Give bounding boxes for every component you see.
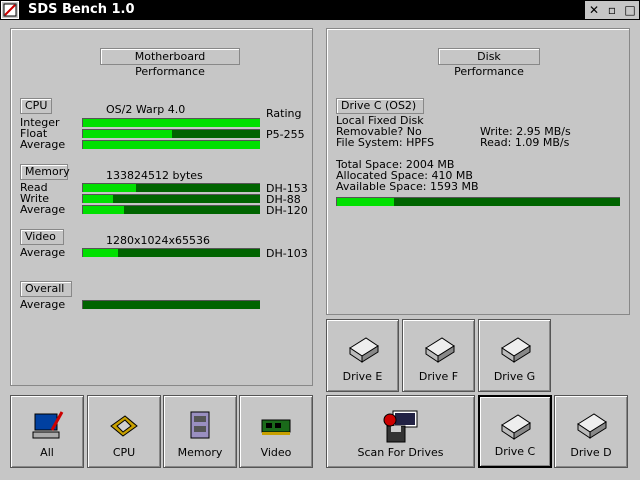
drive-icon bbox=[574, 410, 608, 443]
drive-e-label: Drive E bbox=[342, 370, 383, 383]
metric-label: Average bbox=[20, 203, 66, 216]
drive-e-button[interactable]: Drive E bbox=[326, 319, 399, 392]
drive-label: Drive C (OS2) bbox=[336, 98, 424, 114]
drive-icon bbox=[498, 334, 532, 367]
drive-d-label: Drive D bbox=[570, 446, 612, 459]
memory-label: Memory bbox=[177, 446, 223, 459]
drive-usage-fill bbox=[337, 198, 394, 206]
metric-bar-fill bbox=[83, 249, 119, 257]
metric-rating: DH-103 bbox=[266, 247, 308, 260]
metric-bar-fill bbox=[83, 195, 114, 203]
video-info: 1280x1024x65536 bbox=[106, 234, 211, 247]
scan-drives-icon bbox=[381, 410, 421, 447]
drive-filesystem: File System: HPFS bbox=[336, 136, 435, 149]
memory-icon bbox=[183, 410, 217, 445]
motherboard-group-title: Motherboard Performance bbox=[100, 48, 240, 78]
cpu-section-label: CPU bbox=[20, 98, 52, 114]
metric-label: Average bbox=[20, 298, 66, 311]
metric-label: Average bbox=[20, 246, 66, 259]
all-label: All bbox=[40, 446, 54, 459]
metric-bar-fill bbox=[83, 184, 137, 192]
metric-bar-fill bbox=[83, 119, 260, 127]
metric-rating: P5-255 bbox=[266, 128, 305, 141]
scan-for-drives-label: Scan For Drives bbox=[357, 446, 444, 459]
maximize-icon[interactable]: □ bbox=[621, 1, 639, 19]
cpu-button[interactable]: CPU bbox=[87, 395, 161, 468]
computer-icon bbox=[30, 410, 64, 445]
drive-g-label: Drive G bbox=[493, 370, 536, 383]
metric-bar-fill bbox=[83, 206, 124, 214]
rating-header: Rating bbox=[266, 107, 302, 120]
metric-bar-fill bbox=[83, 141, 260, 149]
minimize-icon[interactable]: ▫ bbox=[603, 1, 621, 19]
overall-section-label: Overall bbox=[20, 281, 72, 297]
drive-c-label: Drive C bbox=[494, 445, 536, 458]
metric-bar bbox=[82, 118, 260, 127]
metric-bar bbox=[82, 183, 260, 192]
metric-label: Average bbox=[20, 138, 66, 151]
video-button[interactable]: Video bbox=[239, 395, 313, 468]
drive-d-button[interactable]: Drive D bbox=[554, 395, 628, 468]
drive-icon bbox=[422, 334, 456, 367]
metric-bar bbox=[82, 248, 260, 257]
video-label: Video bbox=[260, 446, 292, 459]
metric-bar bbox=[82, 300, 260, 309]
title-bar: SDS Bench 1.0 ✕ ▫ □ bbox=[0, 0, 640, 20]
cpu-info: OS/2 Warp 4.0 bbox=[106, 103, 186, 116]
memory-button[interactable]: Memory bbox=[163, 395, 237, 468]
metric-bar bbox=[82, 129, 260, 138]
drive-c-button[interactable]: Drive C bbox=[478, 395, 552, 468]
metric-rating: DH-120 bbox=[266, 204, 308, 217]
memory-info: 133824512 bytes bbox=[106, 169, 203, 182]
video-section-label: Video bbox=[20, 229, 64, 245]
system-menu-icon[interactable] bbox=[1, 1, 19, 19]
window-title: SDS Bench 1.0 bbox=[28, 2, 135, 17]
metric-bar bbox=[82, 140, 260, 149]
metric-bar bbox=[82, 205, 260, 214]
cpu-label: CPU bbox=[112, 446, 136, 459]
drive-usage-bar bbox=[336, 197, 620, 206]
all-button[interactable]: All bbox=[10, 395, 84, 468]
drive-icon bbox=[498, 411, 532, 444]
drive-f-label: Drive F bbox=[418, 370, 459, 383]
chip-icon bbox=[107, 410, 141, 445]
drive-available-space: Available Space: 1593 MB bbox=[336, 180, 479, 193]
drive-icon bbox=[346, 334, 380, 367]
close-icon[interactable]: ✕ bbox=[585, 1, 603, 19]
drive-g-button[interactable]: Drive G bbox=[478, 319, 551, 392]
drive-f-button[interactable]: Drive F bbox=[402, 319, 475, 392]
drive-read-speed: Read: 1.09 MB/s bbox=[480, 136, 570, 149]
metric-bar bbox=[82, 194, 260, 203]
scan-for-drives-button[interactable]: Scan For Drives bbox=[326, 395, 475, 468]
memory-section-label: Memory bbox=[20, 164, 70, 180]
metric-bar-fill bbox=[83, 130, 172, 138]
disk-group-title: Disk Performance bbox=[438, 48, 540, 78]
video-card-icon bbox=[259, 410, 293, 445]
